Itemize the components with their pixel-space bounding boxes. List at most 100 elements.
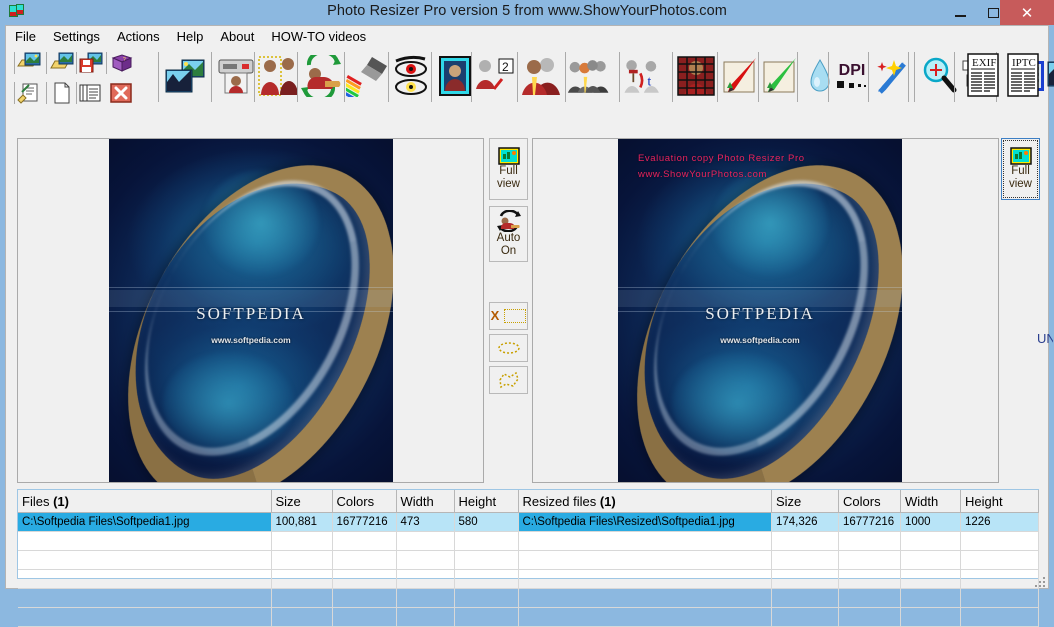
table-row[interactable] [18,551,518,570]
table-row[interactable] [519,608,1039,627]
cell-width [901,532,961,551]
menu-item-about[interactable]: About [220,27,263,46]
rectangle-select-button[interactable]: X [489,302,528,330]
source-files-table[interactable]: Files (1) Size Colors Width Height C:\So… [18,490,519,627]
cell-file [18,570,271,589]
full-view-label-1: Full [1011,165,1030,178]
save-image-icon[interactable] [78,50,104,76]
col-header-size[interactable]: Size [772,490,839,513]
full-view-icon [498,147,520,165]
menu-item-actions[interactable]: Actions [117,27,169,46]
minimize-button[interactable] [945,0,975,25]
copy-icon[interactable] [78,80,104,106]
group-people-icon[interactable] [567,48,611,104]
menu-item-file[interactable]: File [15,27,45,46]
crop-person-icon[interactable] [257,48,301,104]
new-file-icon[interactable] [49,80,75,106]
book-icon[interactable]: ? [109,50,135,76]
iptc-icon[interactable]: IPTC [1006,52,1040,103]
table-row[interactable] [519,589,1039,608]
toolbar: ? [6,48,1048,108]
cell-colors [839,532,901,551]
print-icon[interactable] [214,48,258,104]
people-tools-icon[interactable]: t [621,48,665,104]
delete-x-icon[interactable] [108,80,134,106]
table-row[interactable] [18,608,518,627]
cell-height [961,589,1039,608]
ellipse-select-button[interactable] [489,334,528,362]
col-header-colors[interactable]: Colors [839,490,901,513]
svg-text:t: t [647,74,651,90]
resized-files-table[interactable]: Resized files (1) Size Colors Width Heig… [519,490,1040,627]
cell-file [519,551,772,570]
auto-rotate-icon [496,210,522,232]
tool-column: Full view Auto On [489,138,529,398]
col-header-resized-files-count: (1) [600,494,616,509]
window-title: Photo Resizer Pro version 5 from www.Sho… [0,3,1054,19]
exif-icon[interactable]: EXIF [966,52,1000,103]
full-view-button-right[interactable]: Full view [1001,138,1040,200]
open-image-icon[interactable] [16,50,42,76]
red-pen-icon[interactable] [719,48,763,104]
full-view-label-1: Full [499,165,518,178]
table-row[interactable] [18,589,518,608]
file-tables: Files (1) Size Colors Width Height C:\So… [17,489,1039,579]
toolbar-separator [14,52,15,74]
table-row[interactable] [519,532,1039,551]
close-button[interactable]: ✕ [1000,0,1054,25]
table-row[interactable] [18,570,518,589]
col-header-resized-files[interactable]: Resized files (1) [519,490,772,513]
table-row[interactable]: C:\Softpedia Files\Resized\Softpedia1.jp… [519,513,1039,532]
color-brush-icon[interactable] [346,48,390,104]
unregistered-label: UNREGISTERED [1037,331,1053,346]
col-header-files[interactable]: Files (1) [18,490,271,513]
table-row[interactable] [18,532,518,551]
cell-colors [839,608,901,627]
source-image-preview[interactable]: SOFTPEDIA www.softpedia.com [17,138,484,483]
menu-item-how-to-videos[interactable]: HOW-TO videos [271,27,375,46]
two-people-icon[interactable] [519,48,563,104]
rotate-icon[interactable] [299,48,343,104]
lasso-select-button[interactable] [489,366,528,394]
grid-split-icon[interactable] [674,48,718,104]
application-window: Photo Resizer Pro version 5 from www.Sho… [0,0,1054,594]
toolbar-separator [619,52,620,102]
col-header-height[interactable]: Height [454,490,518,513]
cell-file [18,589,271,608]
resize-grip[interactable] [1034,575,1046,587]
cell-width [901,570,961,589]
toolbar-separator [388,52,389,102]
table-row[interactable] [519,570,1039,589]
toolbar-separator [672,52,673,102]
duplicate-person-icon[interactable]: 2 [473,48,517,104]
inspect-image-icon[interactable] [1046,48,1054,104]
cell-file [18,532,271,551]
cell-colors [332,551,396,570]
cell-height [961,551,1039,570]
cell-file [18,608,271,627]
col-header-width[interactable]: Width [396,490,454,513]
toolbar-separator [344,52,345,102]
table-row[interactable]: C:\Softpedia Files\Softpedia1.jpg 100,88… [18,513,518,532]
col-header-colors[interactable]: Colors [332,490,396,513]
col-header-width[interactable]: Width [901,490,961,513]
edit-list-icon[interactable] [16,80,42,106]
auto-rotate-button[interactable]: Auto On [489,206,528,262]
red-eye-icon[interactable] [390,48,434,104]
toolbar-separator [46,52,47,74]
cell-colors: 16777216 [332,513,396,532]
table-row[interactable] [519,551,1039,570]
menu-item-settings[interactable]: Settings [53,27,109,46]
col-header-size[interactable]: Size [271,490,332,513]
cell-file: C:\Softpedia Files\Softpedia1.jpg [18,513,271,532]
col-header-height[interactable]: Height [961,490,1039,513]
open-folder-image-icon[interactable] [49,50,75,76]
cell-width [396,532,454,551]
resize-images-icon[interactable] [163,48,207,104]
toolbar-separator [908,52,909,102]
full-view-button[interactable]: Full view [489,138,528,200]
menu-item-help[interactable]: Help [177,27,213,46]
resized-image-preview[interactable]: SOFTPEDIA www.softpedia.com Evaluation c… [532,138,999,483]
cell-size [271,551,332,570]
cell-colors [839,570,901,589]
